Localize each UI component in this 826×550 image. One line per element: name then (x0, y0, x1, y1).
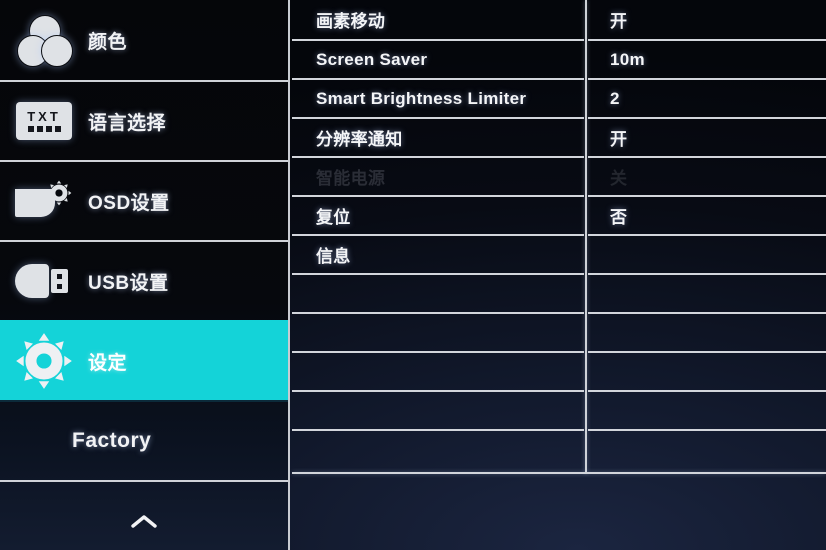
menu-value-label: 开 (610, 12, 628, 31)
sidebar: 颜色 TXT 语言选择 OSD设置 USB设置 设定 Factory (0, 0, 290, 550)
menu-value-empty (588, 312, 826, 351)
menu-item-column: 画素移动 Screen Saver Smart Brightness Limiter… (292, 0, 584, 468)
menu-value[interactable]: 2 (588, 78, 826, 117)
sidebar-item-label: Factory (72, 429, 152, 452)
menu-value[interactable]: 否 (588, 195, 826, 234)
sidebar-item-settings[interactable]: 设定 (0, 320, 288, 400)
menu-value-label: 否 (610, 208, 628, 227)
column-divider (585, 0, 587, 474)
sidebar-scroll-up[interactable] (0, 480, 288, 550)
menu-row[interactable]: 信息 (292, 234, 584, 273)
menu-value-empty (588, 390, 826, 429)
menu-row[interactable]: Smart Brightness Limiter (292, 78, 584, 117)
menu-value-empty (588, 273, 826, 312)
menu-row[interactable]: Screen Saver (292, 39, 584, 78)
menu-row-label: Screen Saver (316, 49, 428, 69)
menu-value-column: 开 10m 2 开关否 (588, 0, 826, 468)
menu-row-label: Smart Brightness Limiter (316, 88, 527, 108)
osd-menu-screen: 颜色 TXT 语言选择 OSD设置 USB设置 设定 Factory 画素移动 … (0, 0, 826, 550)
sidebar-item-label: USB设置 (88, 272, 169, 294)
menu-row-label: 分辨率通知 (316, 130, 403, 149)
sidebar-item-label: 设定 (88, 352, 128, 374)
sidebar-item-language[interactable]: TXT 语言选择 (0, 80, 288, 160)
sidebar-item-usb-settings[interactable]: USB设置 (0, 240, 288, 320)
factory-icon-placeholder (0, 401, 72, 481)
menu-row-empty (292, 312, 584, 351)
gear-icon (0, 321, 88, 401)
menu-row[interactable]: 智能电源 (292, 156, 584, 195)
osd-screen-gear-icon (0, 161, 88, 241)
menu-value[interactable]: 开 (588, 0, 826, 39)
menu-row-empty (292, 351, 584, 390)
menu-row-label: 复位 (316, 208, 351, 227)
usb-drive-icon (0, 241, 88, 321)
menu-value-label: 开 (610, 130, 628, 149)
menu-row-empty (292, 273, 584, 312)
menu-row-empty (292, 390, 584, 429)
menu-value-empty (588, 234, 826, 273)
menu-row-empty (292, 429, 584, 468)
sidebar-item-label: 语言选择 (88, 112, 167, 134)
menu-bottom-separator (292, 472, 826, 474)
sidebar-item-osd-settings[interactable]: OSD设置 (0, 160, 288, 240)
menu-row-label: 智能电源 (316, 169, 386, 188)
sidebar-item-label: 颜色 (88, 31, 128, 53)
menu-value[interactable]: 开 (588, 117, 826, 156)
chevron-up-icon (131, 515, 157, 528)
color-circles-icon (0, 0, 88, 80)
settings-menu: 画素移动 Screen Saver Smart Brightness Limiter… (292, 0, 826, 550)
menu-value-empty (588, 351, 826, 390)
menu-value-label: 关 (610, 169, 628, 188)
txt-card-icon: TXT (0, 81, 88, 161)
menu-value-empty (588, 429, 826, 468)
sidebar-item-label: OSD设置 (88, 192, 170, 214)
menu-row-label: 信息 (316, 247, 351, 266)
sidebar-item-factory[interactable]: Factory (0, 400, 288, 480)
menu-value-label: 2 (610, 88, 620, 108)
menu-row[interactable]: 分辨率通知 (292, 117, 584, 156)
menu-row[interactable]: 画素移动 (292, 0, 584, 39)
menu-value[interactable]: 10m (588, 39, 826, 78)
menu-row[interactable]: 复位 (292, 195, 584, 234)
menu-value[interactable]: 关 (588, 156, 826, 195)
menu-row-label: 画素移动 (316, 12, 386, 31)
menu-value-label: 10m (610, 49, 645, 69)
sidebar-item-color[interactable]: 颜色 (0, 0, 288, 80)
